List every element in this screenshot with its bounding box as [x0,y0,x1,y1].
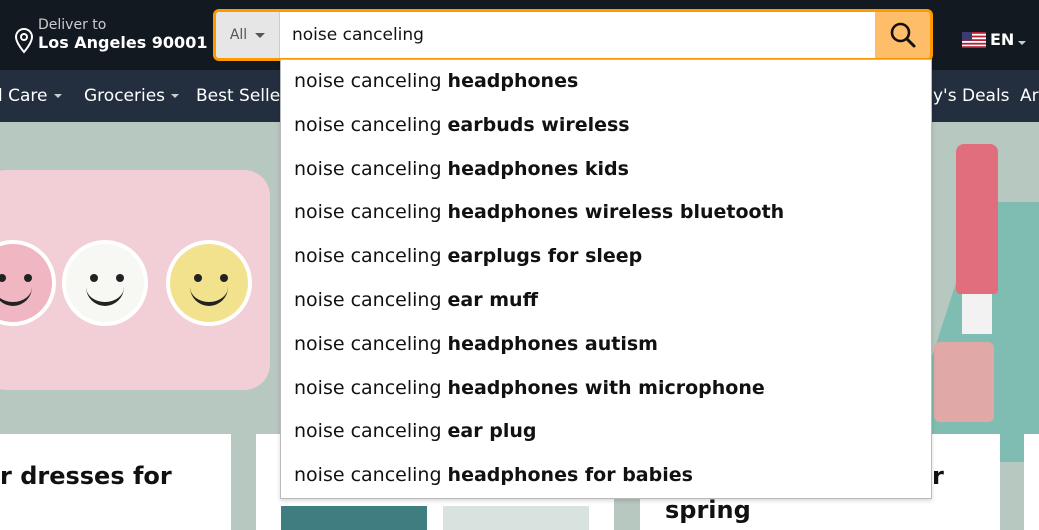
suggestion-completion: headphones for babies [447,464,693,487]
suggestion-item[interactable]: noise canceling ear muff [281,279,931,323]
chevron-down-icon [1018,40,1027,45]
card-thumbnail[interactable] [281,506,427,530]
deliver-to-location[interactable]: Deliver to Los Angeles 90001 [14,16,207,54]
nav-item-label: Ar [1020,86,1039,106]
search-suggestions-dropdown: noise canceling headphones noise canceli… [280,59,932,499]
nav-item-label: Groceries [84,86,166,106]
suggestion-item[interactable]: noise canceling earplugs for sleep [281,235,931,279]
nav-item-todays-deals[interactable]: y's Deals [933,86,1010,106]
us-flag-icon [962,31,986,48]
suggestion-prefix: noise canceling [294,376,448,399]
language-label: EN [990,30,1015,49]
search-bar: All [213,9,933,61]
nav-item-personal-care[interactable]: l Care [0,86,62,106]
department-label: All [229,27,248,43]
suggestion-completion: earplugs for sleep [447,245,643,268]
suggestion-completion: headphones [447,70,579,92]
deliver-text: Deliver to Los Angeles 90001 [38,16,207,52]
suggestion-completion: earbuds wireless [447,113,630,136]
card-title: spring [665,496,751,524]
suggestion-item[interactable]: noise canceling headphones for babies [281,454,931,498]
suggestion-completion: headphones wireless bluetooth [447,201,785,224]
suggestion-completion: headphones kids [447,157,629,180]
suggestion-item[interactable]: noise canceling headphones with micropho… [281,367,931,411]
suggestion-completion: headphones with microphone [447,376,765,399]
location-pin-icon [14,28,34,54]
card-thumbnail[interactable] [443,506,589,530]
suggestion-prefix: noise canceling [294,288,448,311]
suggestion-prefix: noise canceling [294,420,448,443]
smiley-icon [0,240,56,326]
suggestion-prefix: noise canceling [294,201,448,224]
suggestion-item[interactable]: noise canceling headphones autism [281,323,931,367]
department-select[interactable]: All [216,12,280,58]
smiley-pouch-image [0,170,270,390]
suggestion-item[interactable]: noise canceling headphones wireless blue… [281,191,931,235]
nav-item-label: Best Seller [196,86,288,106]
language-selector[interactable]: EN [962,30,1027,49]
card-title: r [932,462,944,490]
suggestion-prefix: noise canceling [294,157,448,180]
product-card[interactable]: r dresses for [0,434,231,530]
suggestion-completion: ear plug [447,420,537,443]
search-input[interactable] [280,12,890,58]
suggestion-item[interactable]: noise canceling ear plug [281,410,931,454]
smiley-icon [166,240,252,326]
nav-item-label: l Care [0,86,48,106]
nav-item-more[interactable]: Ar [1020,86,1039,106]
chevron-down-icon [255,32,266,38]
suggestion-item[interactable]: noise canceling earbuds wireless [281,104,931,148]
search-button[interactable] [875,12,930,58]
chevron-down-icon [171,94,180,98]
suggestion-prefix: noise canceling [294,70,448,92]
suggestion-item[interactable]: noise canceling headphones kids [281,148,931,192]
card-title: r dresses for [0,462,172,490]
chevron-down-icon [53,94,62,98]
product-card[interactable] [1024,434,1039,530]
product-stand [934,342,994,422]
smiley-icon [62,240,148,326]
suggestion-prefix: noise canceling [294,332,448,355]
suggestion-prefix: noise canceling [294,464,448,487]
lip-product-cap [962,294,992,334]
suggestion-item[interactable]: noise canceling headphones [281,60,931,104]
nav-item-label: y's Deals [933,86,1010,106]
suggestion-completion: headphones autism [447,332,658,355]
suggestion-prefix: noise canceling [294,113,448,136]
deliver-location: Los Angeles 90001 [38,33,208,52]
suggestion-completion: ear muff [447,288,538,311]
search-icon [890,22,915,48]
deliver-label: Deliver to [38,17,107,33]
nav-item-groceries[interactable]: Groceries [84,86,180,106]
lip-product-image [956,144,998,294]
suggestion-prefix: noise canceling [294,245,448,268]
nav-item-best-sellers[interactable]: Best Seller [196,86,287,106]
